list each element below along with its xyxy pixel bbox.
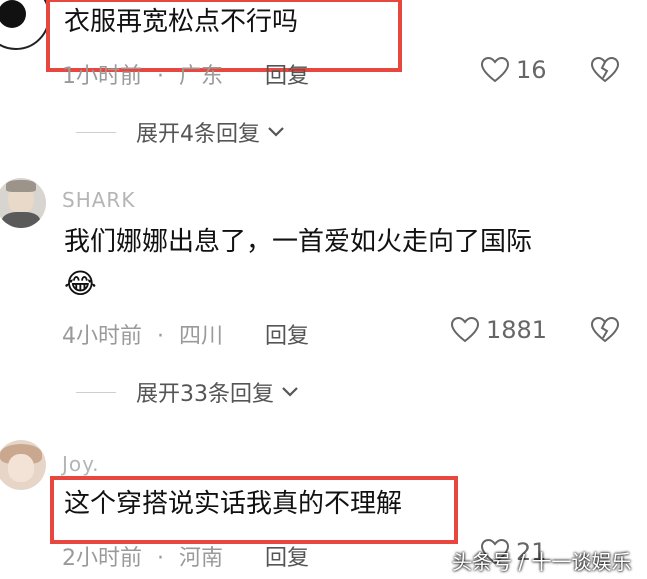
chevron-down-icon (268, 127, 284, 137)
dislike-button[interactable] (590, 56, 620, 88)
username[interactable]: SHARK (62, 188, 135, 212)
expand-replies[interactable]: 展开4条回复 (76, 116, 286, 148)
like-count: 1881 (486, 316, 548, 344)
laughing-emoji: 😂 (64, 267, 97, 300)
avatar[interactable] (0, 178, 46, 228)
heart-icon (450, 316, 480, 343)
avatar[interactable] (0, 440, 46, 490)
broken-heart-icon (590, 56, 620, 83)
reply-button[interactable]: 回复 (265, 58, 309, 90)
comment-text: 我们娜娜出息了，一首爱如火走向了国际 (64, 227, 533, 257)
separator: · (157, 546, 164, 571)
separator: · (157, 64, 164, 89)
divider (76, 391, 116, 393)
watermark: 头条号 / 十一谈娱乐 (452, 550, 632, 574)
expand-replies-label: 展开4条回复 (136, 122, 260, 147)
heart-icon (480, 56, 510, 83)
reply-button[interactable]: 回复 (265, 318, 309, 350)
expand-replies-label: 展开33条回复 (136, 382, 274, 407)
expand-replies[interactable]: 展开33条回复 (76, 376, 300, 408)
highlight-box (50, 476, 458, 544)
like-count: 16 (516, 56, 547, 84)
comment-time: 1小时前 (62, 64, 142, 89)
divider (76, 131, 116, 133)
separator: · (157, 324, 164, 349)
like-button[interactable]: 1881 (450, 316, 547, 344)
comment-time: 2小时前 (62, 546, 142, 571)
comment-location: 广东 (179, 64, 224, 89)
comment-meta: 1小时前 · 广东 (62, 58, 223, 90)
reply-button[interactable]: 回复 (265, 540, 309, 572)
comment-location: 四川 (179, 324, 224, 349)
username[interactable]: Joy. (62, 452, 99, 476)
comment-meta: 2小时前 · 河南 (62, 540, 223, 572)
comment-meta: 4小时前 · 四川 (62, 318, 223, 350)
dislike-button[interactable] (590, 316, 620, 348)
avatar[interactable] (0, 0, 50, 50)
like-button[interactable]: 16 (480, 56, 547, 84)
broken-heart-icon (590, 316, 620, 343)
chevron-down-icon (282, 387, 298, 397)
comment-location: 河南 (179, 546, 224, 571)
comment-time: 4小时前 (62, 324, 142, 349)
